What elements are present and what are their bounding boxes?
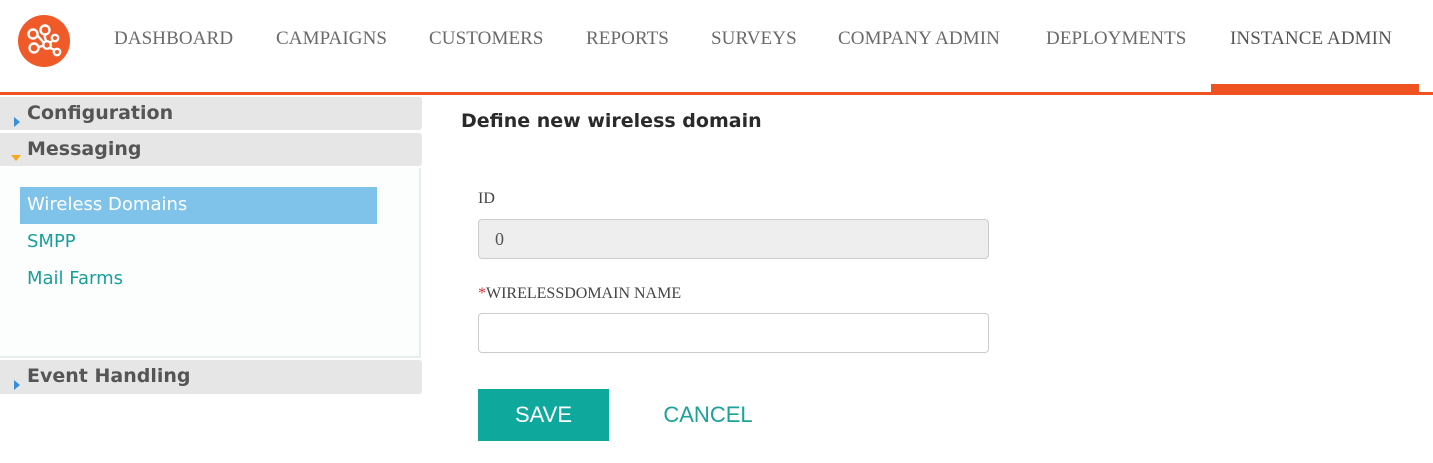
id-label: ID [478, 190, 495, 207]
sidebar-item-mail-farms[interactable]: Mail Farms [20, 261, 377, 298]
section-label: Event Handling [27, 365, 191, 387]
caret-right-icon [13, 110, 21, 132]
section-event-handling[interactable]: Event Handling [0, 360, 422, 394]
sidebar-item-wireless-domains[interactable]: Wireless Domains [20, 187, 377, 224]
sidebar-item-smpp[interactable]: SMPP [20, 224, 377, 261]
required-marker: * [478, 285, 486, 302]
active-tab-indicator [1211, 84, 1419, 93]
nav-customers[interactable]: CUSTOMERS [429, 28, 544, 50]
top-navigation: DASHBOARD CAMPAIGNS CUSTOMERS REPORTS SU… [0, 0, 1433, 95]
network-nodes-logo-icon[interactable] [18, 15, 70, 67]
wirelessdomain-name-input[interactable] [478, 313, 989, 353]
page-title: Define new wireless domain [461, 110, 762, 132]
nav-company-admin[interactable]: COMPANY ADMIN [838, 28, 1000, 50]
nav-instance-admin[interactable]: INSTANCE ADMIN [1230, 28, 1392, 50]
nav-surveys[interactable]: SURVEYS [711, 28, 797, 50]
caret-right-icon [13, 373, 21, 395]
sidebar-item-label: SMPP [27, 231, 76, 252]
section-label: Configuration [27, 102, 174, 124]
section-messaging[interactable]: Messaging [0, 133, 422, 166]
nav-campaigns[interactable]: CAMPAIGNS [276, 28, 387, 50]
cancel-button[interactable]: CANCEL [647, 389, 769, 441]
nav-dashboard[interactable]: DASHBOARD [114, 28, 233, 50]
wirelessdomain-name-label: *WIRELESSDOMAIN NAME [478, 285, 681, 303]
caret-down-icon [11, 145, 21, 167]
field-label-text: WIRELESSDOMAIN NAME [486, 285, 682, 302]
sidebar-item-label: Wireless Domains [27, 194, 188, 215]
nav-deployments[interactable]: DEPLOYMENTS [1046, 28, 1186, 50]
section-label: Messaging [27, 138, 142, 160]
section-configuration[interactable]: Configuration [0, 97, 422, 130]
save-button[interactable]: SAVE [478, 389, 609, 441]
nav-reports[interactable]: REPORTS [586, 28, 669, 50]
sidebar-item-label: Mail Farms [27, 268, 124, 289]
id-field: 0 [478, 219, 989, 259]
